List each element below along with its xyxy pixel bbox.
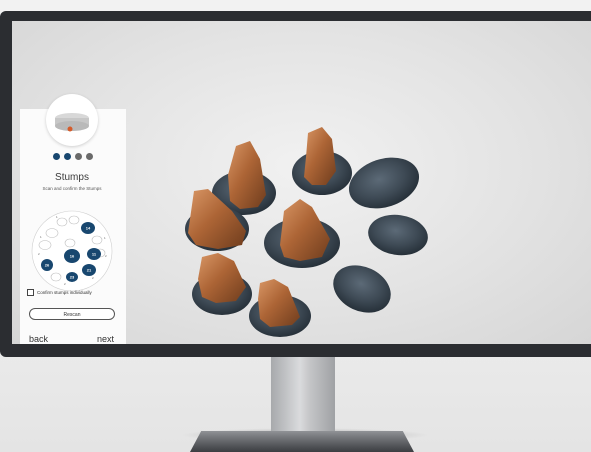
back-button[interactable]: back xyxy=(29,334,48,344)
scan-model-icon xyxy=(55,113,89,132)
confirm-stumps-checkbox[interactable] xyxy=(27,289,34,296)
confirm-stumps-option[interactable]: Confirm stumps individually xyxy=(27,289,92,296)
rescan-button[interactable]: Rescan xyxy=(29,308,115,320)
svg-text:21: 21 xyxy=(87,268,92,273)
svg-text:16: 16 xyxy=(70,254,75,259)
svg-text:26: 26 xyxy=(45,263,50,268)
application-screen: Stumps Scan and confirm the Stumps 1 1 1… xyxy=(12,21,591,344)
step-subtitle: Scan and confirm the Stumps xyxy=(42,186,102,191)
step-title: Stumps xyxy=(55,172,89,183)
next-button[interactable]: next xyxy=(97,334,114,344)
svg-text:14: 14 xyxy=(86,226,91,231)
step-dot-4 xyxy=(86,153,93,160)
monitor-stand-neck xyxy=(271,357,335,437)
svg-text:23: 23 xyxy=(70,275,75,280)
stump-models xyxy=(188,127,336,327)
monitor-bezel: Stumps Scan and confirm the Stumps 1 1 1… xyxy=(0,11,591,357)
3d-scan-viewport[interactable] xyxy=(162,111,462,344)
step-dot-2 xyxy=(64,153,71,160)
step-dot-3 xyxy=(75,153,82,160)
step-dot-1 xyxy=(53,153,60,160)
confirm-stumps-label: Confirm stumps individually xyxy=(37,290,92,295)
monitor-stand-base xyxy=(190,431,414,452)
tooth-arch-selector[interactable]: 1 1 1 1 2 2 2 2 14 16 11 xyxy=(30,209,114,293)
step-indicator xyxy=(53,153,93,160)
arch-preview-thumbnail xyxy=(46,94,98,146)
